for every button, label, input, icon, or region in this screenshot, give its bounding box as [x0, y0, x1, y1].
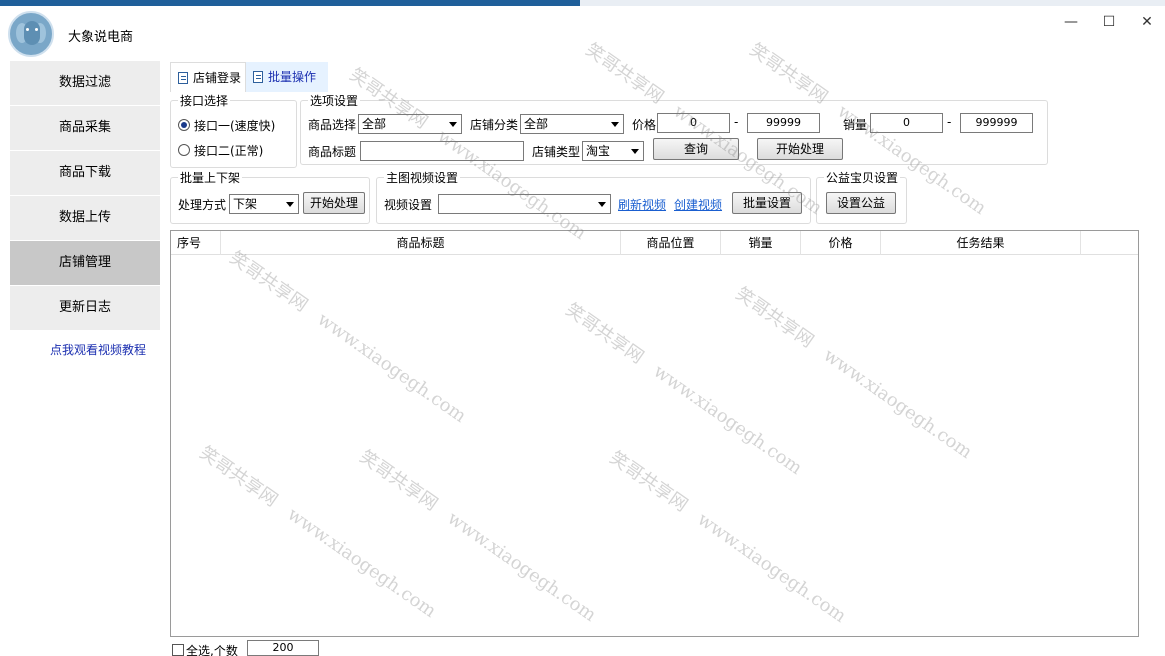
interface-option2-label: 接口二(正常): [194, 144, 264, 158]
interface-option1-radio[interactable]: [178, 119, 190, 131]
options-group: 选项设置 商品选择 全部 店铺分类 全部 价格 0 - 99999 销量 0 -…: [300, 92, 1048, 165]
sidebar-item-update-log[interactable]: 更新日志: [10, 286, 160, 330]
minimize-icon[interactable]: —: [1056, 12, 1086, 32]
price-max-input[interactable]: 99999: [747, 113, 820, 133]
maximize-icon[interactable]: ☐: [1094, 12, 1124, 32]
column-header-price[interactable]: 价格: [801, 231, 881, 255]
document-icon: [253, 71, 263, 83]
video-tutorial-link[interactable]: 点我观看视频教程: [10, 341, 186, 358]
count-input[interactable]: 200: [247, 640, 319, 656]
sidebar-item-data-upload[interactable]: 数据上传: [10, 196, 160, 240]
shop-category-value: 全部: [524, 117, 549, 131]
batch-shelf-group: 批量上下架 处理方式 下架 开始处理: [170, 169, 370, 224]
create-video-link[interactable]: 创建视频: [674, 196, 722, 213]
video-label: 视频设置: [384, 198, 433, 212]
method-value: 下架: [233, 197, 258, 211]
price-label: 价格: [632, 118, 657, 132]
column-header-index[interactable]: 序号: [171, 231, 221, 255]
sales-dash: -: [947, 115, 952, 129]
options-start-button[interactable]: 开始处理: [757, 138, 843, 160]
document-icon: [178, 72, 188, 84]
shop-category-label: 店铺分类: [470, 118, 519, 132]
tab-label: 店铺登录: [193, 71, 242, 85]
interface-legend: 接口选择: [178, 92, 231, 109]
interface-group: 接口选择 接口一(速度快) 接口二(正常): [170, 92, 297, 168]
tab-batch-operation[interactable]: 批量操作: [246, 62, 328, 92]
tab-label: 批量操作: [268, 70, 317, 84]
method-select[interactable]: 下架: [229, 194, 299, 214]
tab-shop-login[interactable]: 店铺登录: [170, 62, 246, 92]
sidebar-item-product-download[interactable]: 商品下载: [10, 151, 160, 195]
shop-type-label: 店铺类型: [532, 145, 581, 159]
batch-settings-button[interactable]: 批量设置: [732, 192, 802, 214]
interface-option2-radio[interactable]: [178, 144, 190, 156]
sales-max-input[interactable]: 999999: [960, 113, 1033, 133]
video-group: 主图视频设置 视频设置 刷新视频 创建视频 批量设置: [376, 169, 811, 224]
shop-type-value: 淘宝: [586, 144, 611, 158]
product-title-input[interactable]: [360, 141, 524, 161]
column-header-sales[interactable]: 销量: [721, 231, 801, 255]
product-select-label: 商品选择: [308, 118, 357, 132]
chevron-down-icon: [598, 202, 606, 207]
price-min-input[interactable]: 0: [657, 113, 730, 133]
options-legend: 选项设置: [308, 92, 361, 109]
interface-option1-label: 接口一(速度快): [194, 119, 276, 133]
chevron-down-icon: [286, 202, 294, 207]
sidebar-item-data-filter[interactable]: 数据过滤: [10, 61, 160, 105]
product-select-value: 全部: [362, 117, 387, 131]
app-window: 大象说电商 — ☐ ✕ 数据过滤 商品采集 商品下载 数据上传 店铺管理 更新日…: [0, 6, 1165, 656]
charity-legend: 公益宝贝设置: [824, 169, 901, 186]
video-select[interactable]: [438, 194, 611, 214]
batch-shelf-legend: 批量上下架: [178, 169, 243, 186]
close-icon[interactable]: ✕: [1132, 12, 1162, 32]
sales-min-input[interactable]: 0: [870, 113, 943, 133]
task-table[interactable]: 序号 商品标题 商品位置 销量 价格 任务结果: [170, 230, 1139, 637]
chevron-down-icon: [611, 122, 619, 127]
charity-group: 公益宝贝设置 设置公益: [816, 169, 907, 224]
refresh-video-link[interactable]: 刷新视频: [618, 196, 666, 213]
product-select[interactable]: 全部: [358, 114, 462, 134]
column-header-position[interactable]: 商品位置: [621, 231, 721, 255]
price-dash: -: [734, 115, 739, 129]
shop-type-select[interactable]: 淘宝: [582, 141, 644, 161]
set-charity-button[interactable]: 设置公益: [826, 192, 896, 214]
sidebar-item-shop-management[interactable]: 店铺管理: [10, 241, 160, 285]
chevron-down-icon: [449, 122, 457, 127]
chevron-down-icon: [631, 149, 639, 154]
video-legend: 主图视频设置: [384, 169, 461, 186]
select-all-checkbox[interactable]: [172, 644, 184, 656]
table-header: 序号 商品标题 商品位置 销量 价格 任务结果: [171, 231, 1138, 255]
sidebar: 数据过滤 商品采集 商品下载 数据上传 店铺管理 更新日志 点我观看视频教程: [10, 61, 160, 656]
column-header-title[interactable]: 商品标题: [221, 231, 621, 255]
sales-label: 销量: [843, 118, 868, 132]
method-label: 处理方式: [178, 198, 227, 212]
shop-category-select[interactable]: 全部: [520, 114, 624, 134]
product-title-label: 商品标题: [308, 145, 357, 159]
sidebar-item-product-collect[interactable]: 商品采集: [10, 106, 160, 150]
shelf-start-button[interactable]: 开始处理: [303, 192, 365, 214]
column-header-result[interactable]: 任务结果: [881, 231, 1081, 255]
select-all-label: 全选,个数: [186, 644, 238, 656]
elephant-logo-icon: [8, 11, 54, 57]
app-title: 大象说电商: [68, 30, 134, 45]
query-button[interactable]: 查询: [653, 138, 739, 160]
